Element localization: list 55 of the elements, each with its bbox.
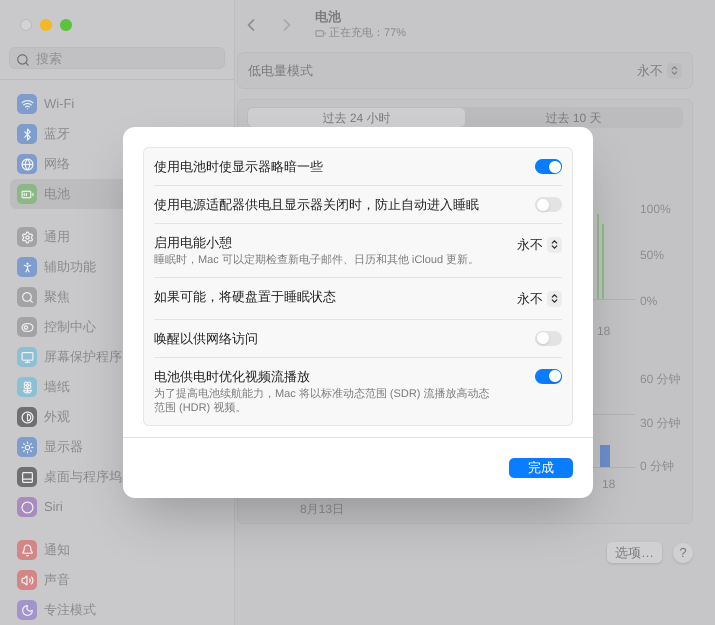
contrast-icon <box>17 407 37 427</box>
battery-icon <box>315 28 326 38</box>
setting-label: 使用电池时使显示器略暗一些 <box>154 158 323 175</box>
range-tab[interactable]: 过去 10 天 <box>465 108 682 127</box>
sidebar-item[interactable]: Siri <box>10 492 224 522</box>
stepper-icon <box>669 65 680 76</box>
setting-label: 唤醒以供网络访问 <box>154 330 258 346</box>
battery-icon <box>17 184 37 204</box>
sidebar-item[interactable]: 桌面与程序坞 <box>10 462 224 492</box>
setting-description: 睡眠时，Mac 可以定期检查新电子邮件、日历和其他 iCloud 更新。 <box>154 253 480 267</box>
stepper-icon <box>549 239 560 250</box>
bluetooth-icon <box>17 124 37 144</box>
zoom-window-button[interactable] <box>60 19 72 31</box>
setting-label: 如果可能，将硬盘置于睡眠状态 <box>154 288 336 305</box>
sidebar-item[interactable]: Wi-Fi <box>10 89 224 119</box>
setting-label: 电池供电时优化视频流播放 <box>154 368 311 384</box>
help-button[interactable]: ? <box>673 542 693 562</box>
sidebar-item[interactable]: 声音 <box>10 565 224 595</box>
globe-icon <box>17 154 37 174</box>
toggle-switch[interactable] <box>535 197 562 212</box>
toggle-switch[interactable] <box>535 159 562 174</box>
options-button[interactable]: 选项… <box>607 542 662 563</box>
setting-label: 启用电能小憩 <box>154 234 233 251</box>
toggle-icon <box>17 317 37 337</box>
orb-icon <box>17 497 37 517</box>
setting-label: 低电量模式 <box>248 62 313 80</box>
monitor-icon <box>17 347 37 367</box>
search-icon <box>17 287 37 307</box>
popup-button[interactable]: 永不 <box>517 289 562 308</box>
sidebar-item[interactable]: 专注模式 <box>10 595 224 625</box>
usage-bar-drawing <box>600 445 610 467</box>
moon-icon <box>17 600 37 620</box>
toggle-switch[interactable] <box>535 330 562 346</box>
sidebar-item[interactable]: 蓝牙 <box>10 119 224 149</box>
popup-button[interactable]: 永不 <box>517 235 562 254</box>
gear-icon <box>17 227 37 247</box>
wifi-icon <box>17 94 37 114</box>
stepper-icon <box>549 293 560 304</box>
search-icon <box>16 53 30 68</box>
sidebar-item[interactable]: 通知 <box>10 535 224 565</box>
toggle-switch[interactable] <box>535 368 562 384</box>
bell-icon <box>17 540 37 560</box>
range-tab[interactable]: 过去 24 小时 <box>248 108 465 127</box>
minimize-window-button[interactable] <box>40 19 52 31</box>
sun-icon <box>17 437 37 457</box>
sidebar-item[interactable]: 显示器 <box>10 432 224 462</box>
person-icon <box>17 257 37 277</box>
dock-icon <box>17 467 37 487</box>
charging-status: 正在充电：77% <box>329 26 406 41</box>
setting-description: 为了提高电池续航能力，Mac 将以标准动态范围 (SDR) 流播放高动态范围 (HDR) 视频。 <box>154 386 490 414</box>
done-button[interactable]: 完成 <box>509 458 573 478</box>
page-title: 电池 <box>315 8 342 25</box>
speaker-icon <box>17 570 37 590</box>
flower-icon <box>17 377 37 397</box>
popup-button[interactable]: 永不 <box>637 60 682 80</box>
